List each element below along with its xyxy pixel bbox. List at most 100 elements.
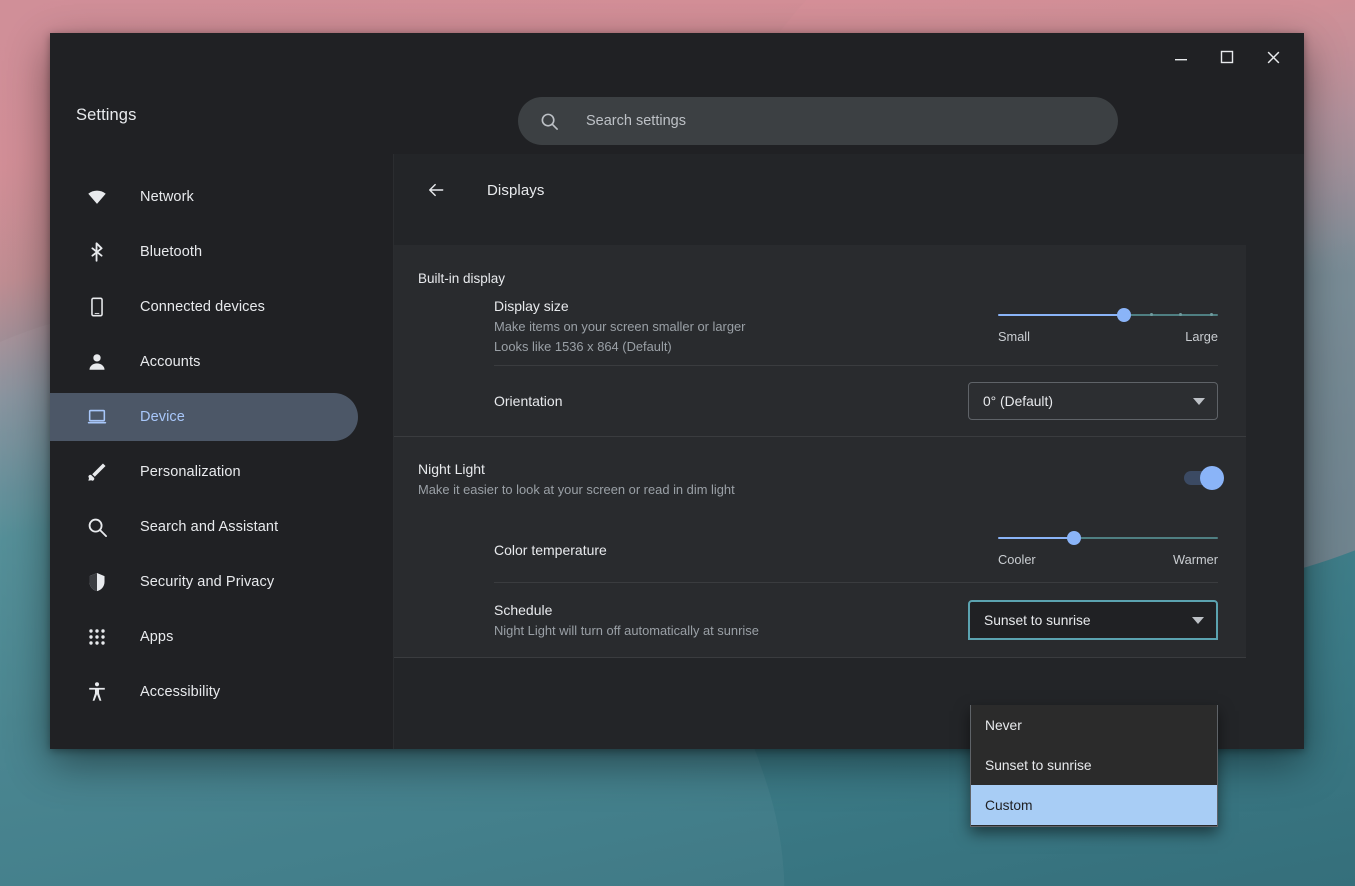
display-size-slider[interactable]: Small Large <box>998 304 1218 350</box>
night-light-card: Night Light Make it easier to look at yo… <box>394 437 1246 658</box>
built-in-display-section-title: Built-in display <box>418 271 506 286</box>
display-size-slider-track[interactable] <box>998 304 1218 326</box>
window-controls <box>1158 33 1296 81</box>
page-title: Displays <box>487 181 545 199</box>
color-temperature-text: Color temperature <box>494 540 607 561</box>
sidebar-item-label: Personalization <box>140 464 241 480</box>
sidebar-item-connected-devices[interactable]: Connected devices <box>50 283 393 331</box>
sidebar-item-personalization[interactable]: Personalization <box>50 448 393 496</box>
sidebar-item-security-and-privacy[interactable]: Security and Privacy <box>50 558 393 606</box>
display-size-subtitle-1: Make items on your screen smaller or lar… <box>494 319 746 334</box>
schedule-option-label: Custom <box>985 797 1033 813</box>
app-title: Settings <box>76 106 137 124</box>
window-titlebar: Settings <box>50 33 1304 154</box>
night-light-toggle[interactable] <box>1184 466 1224 490</box>
orientation-text: Orientation <box>494 391 562 412</box>
schedule-select-value: Sunset to sunrise <box>984 612 1091 628</box>
sidebar-item-device[interactable]: Device <box>50 393 358 441</box>
page-header: Displays <box>394 162 1304 218</box>
sidebar-item-network[interactable]: Network <box>50 173 393 221</box>
color-temperature-title: Color temperature <box>494 541 607 558</box>
search-box[interactable] <box>518 97 1118 145</box>
settings-window: Settings Network <box>50 33 1304 749</box>
schedule-subtitle: Night Light will turn off automatically … <box>494 622 759 638</box>
minimize-button[interactable] <box>1158 35 1204 79</box>
bluetooth-icon <box>86 241 108 263</box>
chevron-down-icon <box>1193 397 1205 405</box>
orientation-title: Orientation <box>494 392 563 409</box>
sidebar-item-label: Accessibility <box>140 684 221 700</box>
sidebar-item-bluetooth[interactable]: Bluetooth <box>50 228 393 276</box>
orientation-row: Orientation 0° (Default) <box>394 366 1246 436</box>
night-light-subtitle: Make it easier to look at your screen or… <box>418 482 735 497</box>
color-temperature-slider-track[interactable] <box>998 527 1218 549</box>
slider-max-label: Large <box>1185 328 1218 344</box>
person-icon <box>86 351 108 373</box>
sidebar-item-search-and-assistant[interactable]: Search and Assistant <box>50 503 393 551</box>
built-in-display-card: Built-in display Display size Make items… <box>394 245 1246 437</box>
window-body: Network Bluetooth Connected devices Acco… <box>50 154 1304 749</box>
shield-icon <box>86 571 108 593</box>
schedule-option-label: Sunset to sunrise <box>985 757 1092 773</box>
sidebar-item-label: Apps <box>140 629 174 645</box>
schedule-select[interactable]: Sunset to sunrise <box>968 600 1218 640</box>
sidebar-item-label: Network <box>140 189 194 205</box>
sidebar-nav: Network Bluetooth Connected devices Acco… <box>50 154 393 749</box>
close-button[interactable] <box>1250 35 1296 79</box>
night-light-title: Night Light <box>418 461 485 477</box>
arrow-left-icon <box>429 183 444 197</box>
color-temperature-slider-labels: Cooler Warmer <box>998 552 1218 567</box>
sidebar-item-accounts[interactable]: Accounts <box>50 338 393 386</box>
sidebar-item-label: Security and Privacy <box>140 574 275 590</box>
display-size-title: Display size <box>494 298 569 314</box>
accessibility-icon <box>86 681 108 703</box>
display-size-row: Display size Make items on your screen s… <box>394 296 1246 365</box>
schedule-row: Schedule Night Light will turn off autom… <box>394 583 1246 657</box>
close-icon <box>1267 51 1279 63</box>
display-size-slider-thumb[interactable] <box>1117 307 1131 322</box>
slider-min-label: Small <box>998 328 1030 344</box>
sidebar-item-label: Connected devices <box>140 299 266 315</box>
toggle-knob <box>1200 466 1224 490</box>
search-input[interactable] <box>586 113 1102 129</box>
schedule-option-never[interactable]: Never <box>971 705 1217 745</box>
color-temperature-row: Color temperature Cooler Warmer <box>394 518 1246 582</box>
color-temperature-slider[interactable]: Cooler Warmer <box>998 527 1218 573</box>
minimize-icon <box>1175 59 1187 61</box>
slider-remaining-track <box>1074 537 1218 539</box>
sidebar-item-apps[interactable]: Apps <box>50 613 393 661</box>
color-temperature-slider-thumb[interactable] <box>1067 531 1081 545</box>
search-icon <box>86 517 108 538</box>
sidebar-item-label: Accounts <box>140 354 201 370</box>
night-light-header: Night Light Make it easier to look at yo… <box>394 437 1246 518</box>
grid-icon <box>86 627 108 647</box>
display-size-subtitle-2: Looks like 1536 x 864 (Default) <box>494 339 672 354</box>
slider-max-label: Warmer <box>1172 552 1218 567</box>
orientation-select[interactable]: 0° (Default) <box>968 382 1218 420</box>
phone-icon <box>86 296 108 318</box>
schedule-title: Schedule <box>494 601 553 618</box>
sidebar-item-label: Search and Assistant <box>140 519 279 535</box>
schedule-option-sunset-to-sunrise[interactable]: Sunset to sunrise <box>971 745 1217 785</box>
content-panel: Displays Built-in display Display size M… <box>393 154 1304 749</box>
brush-icon <box>86 461 108 483</box>
chevron-down-icon <box>1192 616 1204 624</box>
sidebar-item-accessibility[interactable]: Accessibility <box>50 668 393 716</box>
night-light-text: Night Light Make it easier to look at yo… <box>418 459 735 500</box>
maximize-icon <box>1220 50 1234 64</box>
slider-filled-track <box>998 537 1074 539</box>
schedule-dropdown-menu[interactable]: Never Sunset to sunrise Custom <box>970 705 1218 827</box>
sidebar-item-label: Device <box>140 409 185 425</box>
desktop-wallpaper: Settings Network <box>0 0 1355 886</box>
display-size-text: Display size Make items on your screen s… <box>494 296 745 357</box>
orientation-select-value: 0° (Default) <box>983 393 1053 409</box>
schedule-option-custom[interactable]: Custom <box>971 785 1217 825</box>
back-button[interactable] <box>419 173 453 207</box>
sidebar-item-label: Bluetooth <box>140 244 203 260</box>
slider-remaining-track <box>1124 313 1218 316</box>
search-icon <box>540 112 559 131</box>
display-size-slider-labels: Small Large <box>998 329 1218 344</box>
laptop-icon <box>86 406 108 428</box>
slider-min-label: Cooler <box>998 552 1036 567</box>
maximize-button[interactable] <box>1204 35 1250 79</box>
